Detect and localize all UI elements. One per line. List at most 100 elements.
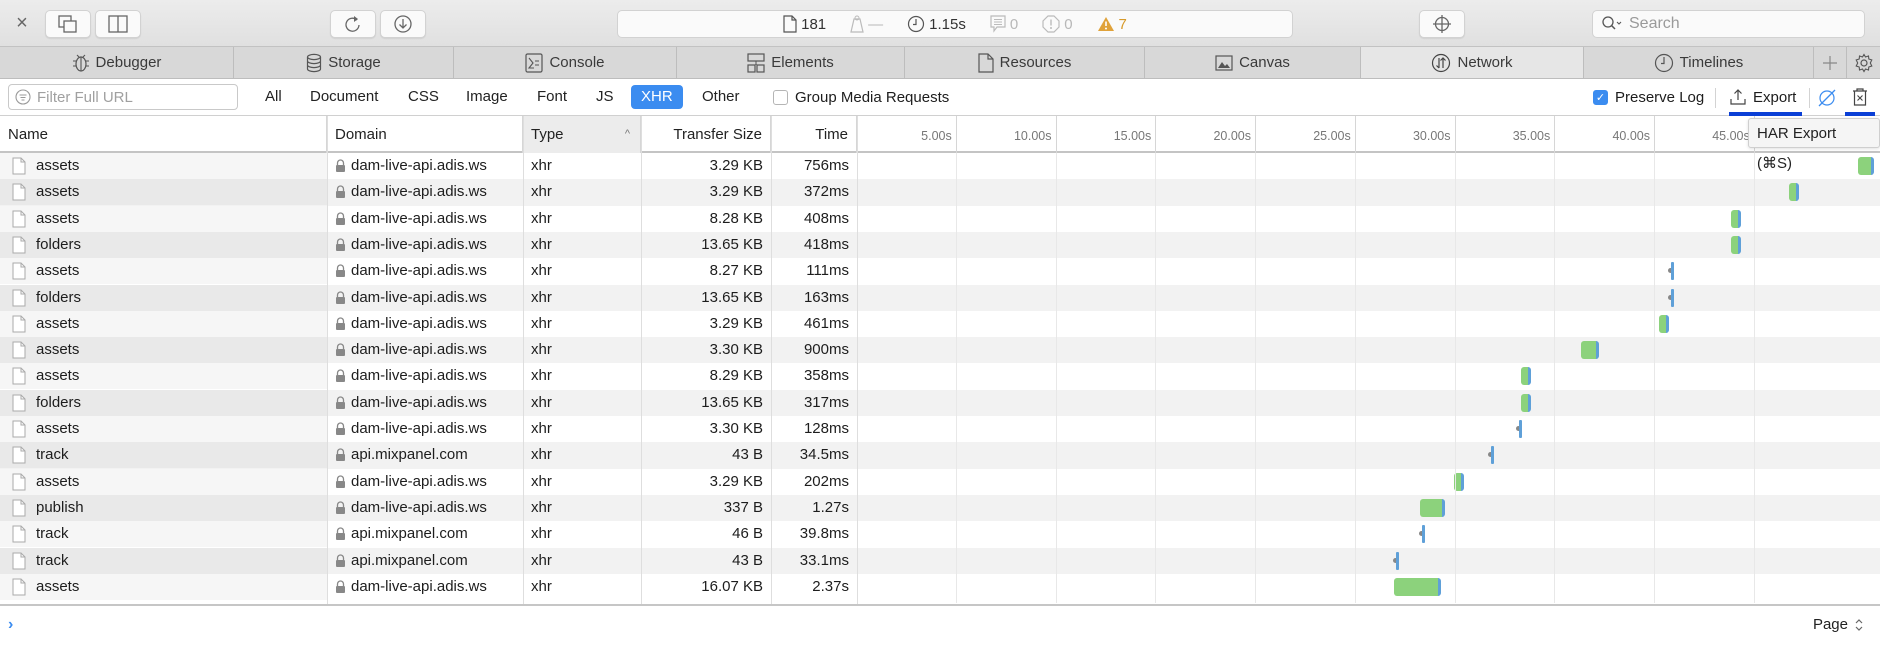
waterfall-bar[interactable]	[1730, 209, 1741, 228]
dock-side-button[interactable]	[95, 10, 141, 38]
waterfall-bar[interactable]	[1670, 262, 1674, 281]
request-time: 372ms	[803, 183, 849, 201]
table-row[interactable]: folders dam-live-api.adis.ws xhr 13.65 KB 16…	[0, 284, 1880, 311]
table-row[interactable]: track api.mixpanel.com xhr 43 B 33.1ms	[0, 547, 1880, 574]
waterfall-bar[interactable]	[1858, 157, 1874, 175]
request-time: 111ms	[806, 262, 849, 280]
domain-cell: dam-live-api.adis.ws	[327, 416, 523, 442]
new-tab-button[interactable]	[1814, 47, 1847, 78]
filter-placeholder: Filter Full URL	[37, 88, 133, 106]
table-row[interactable]: track api.mixpanel.com xhr 46 B 39.8ms	[0, 521, 1880, 547]
waterfall-bar[interactable]	[1788, 183, 1799, 202]
tab-network[interactable]: Network	[1361, 47, 1584, 78]
tab-timelines[interactable]: Timelines	[1584, 47, 1814, 78]
tab-canvas[interactable]: Canvas	[1145, 47, 1361, 78]
table-row[interactable]: assets dam-live-api.adis.ws xhr 3.29 KB 756m…	[0, 153, 1880, 179]
settings-button[interactable]	[1847, 47, 1880, 78]
timeline-gridline	[1354, 153, 1356, 603]
clear-log-button[interactable]	[1851, 87, 1869, 111]
log-count[interactable]: 0	[990, 15, 1018, 33]
type-filter-other[interactable]: Other	[695, 85, 747, 109]
waterfall-bar[interactable]	[1421, 525, 1425, 544]
table-row[interactable]: assets dam-live-api.adis.ws xhr 3.30 KB 128m…	[0, 416, 1880, 442]
error-count[interactable]: 0	[1042, 15, 1073, 33]
table-row[interactable]: assets dam-live-api.adis.ws xhr 8.29 KB 358m…	[0, 363, 1880, 389]
table-row[interactable]: assets dam-live-api.adis.ws xhr 3.30 KB 900m…	[0, 337, 1880, 364]
waterfall-bar[interactable]	[1658, 314, 1669, 333]
resource-count[interactable]: 181	[783, 15, 826, 33]
search-field[interactable]: Search	[1592, 10, 1865, 38]
request-name: assets	[36, 472, 80, 490]
request-transfer-size: 3.30 KB	[709, 420, 763, 437]
preserve-log-toggle[interactable]: ✓ Preserve Log	[1593, 89, 1704, 106]
waterfall-bar[interactable]	[1419, 498, 1445, 517]
tab-elements[interactable]: Elements	[677, 47, 905, 78]
preserve-log-checkbox[interactable]: ✓	[1593, 90, 1608, 105]
type-filter-font[interactable]: Font	[530, 85, 574, 109]
request-name: assets	[36, 183, 80, 201]
waterfall-bar[interactable]	[1521, 367, 1532, 386]
resource-size[interactable]: —	[850, 15, 883, 33]
tab-storage[interactable]: Storage	[234, 47, 454, 78]
download-button[interactable]	[380, 10, 426, 38]
type-filter-xhr[interactable]: XHR	[631, 85, 683, 109]
table-row[interactable]: assets dam-live-api.adis.ws xhr 8.28 KB 408m…	[0, 206, 1880, 232]
filter-url-input[interactable]: Filter Full URL	[8, 84, 238, 110]
tab-resources[interactable]: Resources	[905, 47, 1145, 78]
waterfall-bar[interactable]	[1730, 235, 1741, 254]
type-filter-document[interactable]: Document	[303, 85, 385, 109]
waterfall-bar[interactable]	[1670, 288, 1674, 307]
column-header-domain[interactable]: Domain	[327, 116, 523, 153]
waterfall-bar[interactable]	[1519, 420, 1523, 438]
table-row[interactable]: folders dam-live-api.adis.ws xhr 13.65 KB 31…	[0, 389, 1880, 416]
domain-cell: dam-live-api.adis.ws	[327, 390, 523, 416]
request-domain: dam-live-api.adis.ws	[351, 235, 487, 253]
close-inspector-button[interactable]: ×	[12, 12, 32, 34]
waterfall-bar[interactable]	[1393, 577, 1441, 596]
request-time: 1.27s	[812, 498, 849, 516]
load-time[interactable]: 1.15s	[907, 15, 966, 33]
table-row[interactable]: assets dam-live-api.adis.ws xhr 3.29 KB 202m…	[0, 469, 1880, 495]
lock-icon	[336, 159, 345, 172]
waterfall-bar[interactable]	[1581, 341, 1600, 360]
prompt-chevron-icon: ›	[8, 616, 14, 633]
group-media-checkbox[interactable]	[773, 90, 788, 105]
request-type: xhr	[531, 420, 552, 437]
table-row[interactable]: folders dam-live-api.adis.ws xhr 13.65 KB 41…	[0, 231, 1880, 259]
table-row[interactable]: assets dam-live-api.adis.ws xhr 8.27 KB 111m…	[0, 258, 1880, 284]
waterfall-bar[interactable]	[1521, 393, 1532, 412]
request-domain: dam-live-api.adis.ws	[351, 183, 487, 201]
table-row[interactable]: assets dam-live-api.adis.ws xhr 3.29 KB 461m…	[0, 311, 1880, 337]
disable-cache-button[interactable]	[1817, 88, 1837, 112]
name-cell: assets	[0, 258, 327, 284]
type-filter-css[interactable]: CSS	[401, 85, 446, 109]
execution-context-select[interactable]: Page	[1813, 616, 1864, 633]
column-header-transfer-size[interactable]: Transfer Size	[641, 116, 771, 153]
har-export-tooltip: HAR Export (⌘S)	[1748, 118, 1880, 172]
column-header-type[interactable]: Type ^	[523, 116, 641, 153]
element-picker-button[interactable]	[1419, 10, 1465, 38]
group-media-toggle[interactable]: Group Media Requests	[773, 89, 949, 106]
undock-button[interactable]	[45, 10, 91, 38]
file-icon	[12, 210, 26, 228]
table-row[interactable]: track api.mixpanel.com xhr 43 B 34.5ms	[0, 442, 1880, 469]
column-header-time[interactable]: Time	[771, 116, 857, 153]
export-button[interactable]: Export	[1729, 88, 1796, 106]
table-row[interactable]: publish dam-live-api.adis.ws xhr 337 B 1.27s	[0, 494, 1880, 522]
warning-count[interactable]: 7	[1097, 16, 1127, 33]
domain-cell: dam-live-api.adis.ws	[327, 206, 523, 232]
waterfall-bar[interactable]	[1395, 551, 1399, 570]
reload-button[interactable]	[330, 10, 376, 38]
waterfall-bar[interactable]	[1491, 446, 1495, 465]
column-header-name[interactable]: Name	[0, 116, 327, 153]
type-filter-all[interactable]: All	[258, 85, 289, 109]
request-type: xhr	[531, 446, 552, 464]
tab-console[interactable]: Console	[454, 47, 677, 78]
request-name: assets	[36, 157, 80, 174]
tab-debugger[interactable]: Debugger	[0, 47, 234, 78]
table-row[interactable]: assets dam-live-api.adis.ws xhr 3.29 KB 372m…	[0, 179, 1880, 206]
table-row[interactable]: assets dam-live-api.adis.ws xhr 16.07 KB 2.3…	[0, 574, 1880, 600]
type-filter-image[interactable]: Image	[459, 85, 515, 109]
type-filter-js[interactable]: JS	[589, 85, 621, 109]
console-prompt-bar[interactable]: › Page	[0, 604, 1880, 646]
